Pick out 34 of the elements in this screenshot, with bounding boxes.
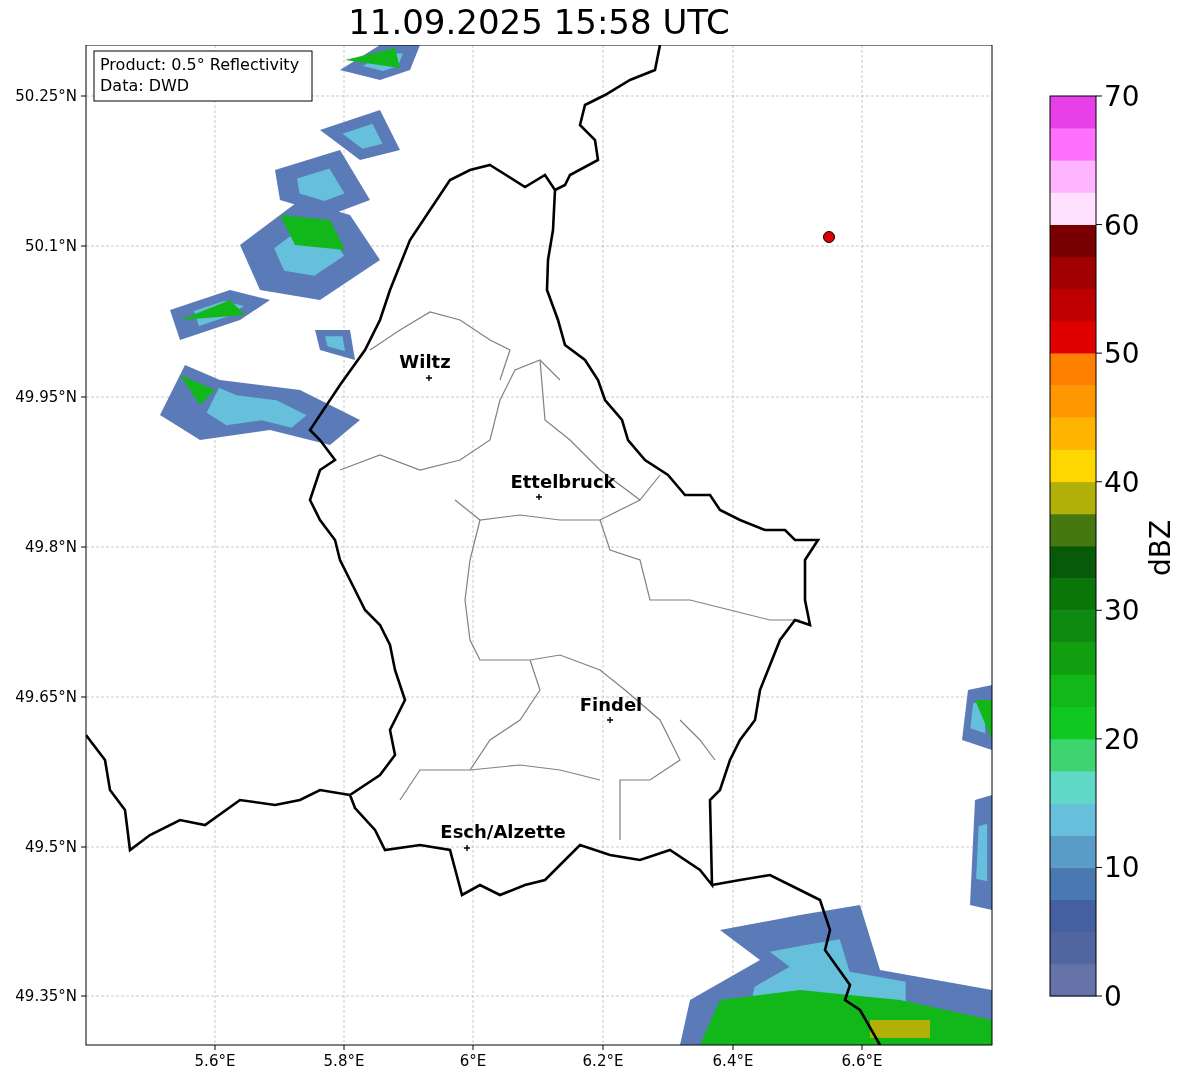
axis-tick-label: 6.6°E — [841, 1052, 883, 1070]
axis-tick-label: 50.1°N — [24, 237, 77, 255]
axis-tick-label: 5.6°E — [194, 1052, 236, 1070]
axis-tick-label: 49.95°N — [15, 388, 77, 406]
colorbar-tick-label: 40 — [1104, 465, 1140, 499]
colorbar-tick-label: 50 — [1104, 337, 1140, 371]
colorbar-tick-label: 10 — [1104, 851, 1140, 885]
colorbar-tick-label: 30 — [1104, 594, 1140, 628]
city-marker — [535, 493, 543, 501]
city-label: Wiltz — [399, 351, 451, 372]
city-marker — [425, 374, 433, 382]
info-text: Product: 0.5° Reflectivity — [100, 55, 300, 74]
colorbar-label: dBZ — [1144, 519, 1177, 577]
axis-tick-label: 49.8°N — [24, 538, 77, 556]
colorbar-tick-label: 60 — [1104, 208, 1140, 242]
axis-tick-label: 5.8°E — [323, 1052, 365, 1070]
info-text: Data: DWD — [100, 76, 190, 95]
axis-tick-label: 49.65°N — [15, 688, 77, 706]
city-label: Esch/Alzette — [440, 821, 566, 842]
chart-title: 11.09.2025 15:58 UTC — [348, 1, 730, 44]
colorbar-tick-label: 0 — [1104, 980, 1122, 1013]
location-marker — [823, 231, 835, 243]
axis-tick-label: 49.5°N — [24, 838, 77, 856]
axis-tick-label: 6°E — [459, 1052, 487, 1070]
city-label: Findel — [579, 694, 643, 715]
city-marker — [463, 844, 471, 852]
city-label: Ettelbruck — [510, 471, 616, 492]
axis-tick-label: 49.35°N — [15, 987, 77, 1005]
city-marker — [606, 716, 614, 724]
axis-tick-label: 50.25°N — [15, 87, 77, 105]
colorbar-tick-label: 70 — [1104, 80, 1140, 113]
colorbar-tick-label: 20 — [1104, 722, 1140, 756]
axis-tick-label: 6.2°E — [582, 1052, 624, 1070]
axis-tick-label: 6.4°E — [712, 1052, 754, 1070]
